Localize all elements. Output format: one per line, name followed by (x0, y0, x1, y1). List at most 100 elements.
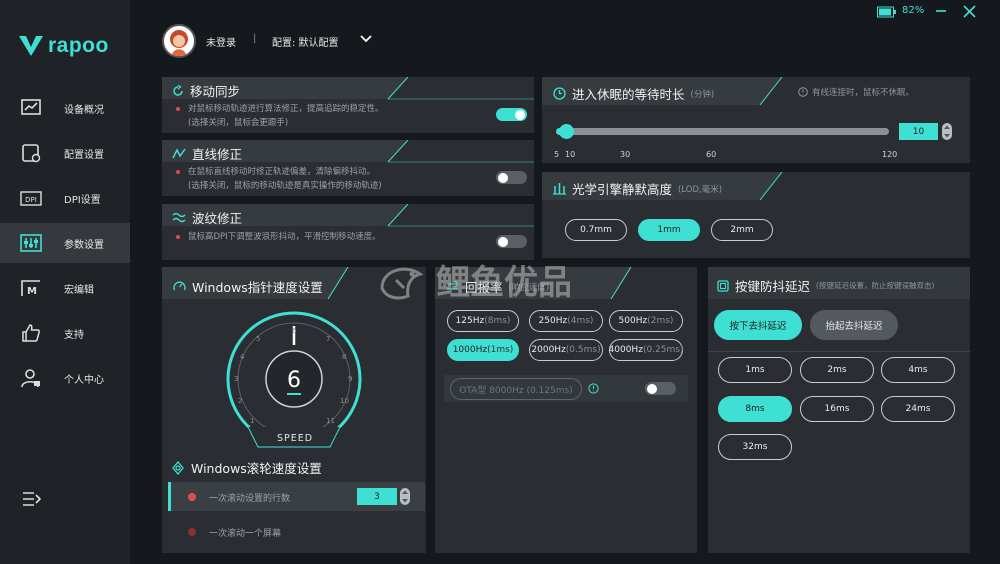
sleep-tick: 120 (882, 150, 898, 159)
tab-press-debounce[interactable]: 按下去抖延迟 (714, 310, 802, 340)
dial-number: 3 (234, 375, 238, 383)
scroll-lines-stepper[interactable] (400, 488, 410, 505)
dial-number: 4 (240, 353, 245, 361)
debounce-option-2ms[interactable]: 2ms (800, 357, 874, 383)
sidebar-item-label: 宏编辑 (64, 284, 94, 296)
gauge-icon (173, 281, 186, 291)
debounce-option-24ms[interactable]: 24ms (881, 396, 955, 422)
bullet (176, 170, 180, 174)
move-sync-panel: 移动同步 对鼠标移动轨迹进行算法修正，提高追踪的稳定性。 (选择关闭，鼠标会更跟手… (162, 77, 534, 133)
sleep-hint: 有线连接时，鼠标不休眠。 (798, 86, 914, 98)
bullet (176, 107, 180, 111)
report-rate-panel: 回报率 (响应速度) 125Hz (8ms) 250Hz (4ms) 500Hz (2m… (435, 267, 697, 553)
ota-row: OTA型 8000Hz (0.125ms) (444, 375, 688, 402)
user-icon (21, 369, 40, 388)
line-fix-desc-line2: (选择关闭，鼠标的移动轨迹是真实操作的移动轨迹) (188, 181, 382, 191)
move-sync-toggle[interactable] (496, 108, 527, 121)
sidebar-item-support[interactable]: 支持 (0, 313, 130, 353)
stepper-arrows-icon (402, 490, 408, 503)
sleep-slider-handle[interactable] (559, 124, 574, 139)
dial-number: 2 (238, 397, 242, 405)
rate-1000[interactable]: 1000Hz (1ms) (447, 339, 519, 361)
pointer-title: Windows指针速度设置 (173, 277, 323, 296)
sidebar-item-config[interactable]: 配置设置 (0, 133, 130, 173)
rate-main: 1000Hz (452, 345, 488, 355)
debounce-option-4ms[interactable]: 4ms (881, 357, 955, 383)
ripple-fix-title-text: 波纹修正 (192, 211, 243, 226)
chevron-down-icon[interactable] (360, 35, 372, 43)
debounce-subtitle: (按键延迟设置，防止按键误触双击) (816, 281, 935, 290)
config-selector[interactable]: 配置: 默认配置 (272, 34, 339, 49)
move-sync-desc-line1: 对鼠标移动轨迹进行算法修正，提高追踪的稳定性。 (188, 104, 384, 114)
pointer-title-text: Windows指针速度设置 (192, 280, 323, 295)
ota-toggle[interactable] (645, 382, 676, 395)
rate-2000[interactable]: 2000Hz (0.5ms) (529, 339, 603, 361)
dial-value: 6 (287, 368, 301, 393)
rate-125[interactable]: 125Hz (8ms) (447, 310, 519, 332)
report-title-text: 回报率 (465, 280, 503, 295)
login-status[interactable]: 未登录 (206, 34, 236, 49)
scroll-title-text: Windows滚轮速度设置 (191, 461, 322, 476)
lod-option-07[interactable]: 0.7mm (565, 219, 627, 241)
rate-250[interactable]: 250Hz (4ms) (529, 310, 603, 332)
debounce-option-16ms[interactable]: 16ms (800, 396, 874, 422)
minimize-icon[interactable] (935, 5, 947, 17)
collapse-menu-icon[interactable] (22, 490, 42, 508)
rate-4000[interactable]: 4000Hz (0.25ms) (609, 339, 683, 361)
keyboard-icon (717, 279, 729, 292)
clock-icon (553, 87, 566, 100)
toggle-knob (498, 172, 508, 183)
info-icon[interactable] (588, 383, 599, 394)
scroll-option-lines[interactable]: 一次滚动设置的行数 3 (168, 482, 425, 511)
debounce-option-8ms[interactable]: 8ms (718, 396, 792, 422)
dial-number: 10 (340, 397, 349, 405)
rate-sub: (0.25ms) (642, 345, 684, 355)
avatar[interactable] (162, 24, 196, 58)
brand-text: rapoo (48, 34, 109, 57)
scroll-lines-field[interactable]: 3 (357, 488, 397, 505)
rate-main: 125Hz (455, 316, 485, 326)
ripple-fix-toggle[interactable] (496, 235, 527, 248)
wave-icon (172, 212, 186, 222)
speed-label: SPEED (277, 433, 314, 444)
debounce-title-text: 按键防抖延迟 (735, 279, 811, 294)
sleep-slider-track[interactable] (560, 128, 889, 135)
stepper-arrows-icon (944, 125, 950, 138)
tab-release-debounce[interactable]: 抬起去抖延迟 (810, 310, 898, 340)
macro-icon: M (21, 280, 40, 297)
debounce-option-1ms[interactable]: 1ms (718, 357, 792, 383)
sidebar-item-params[interactable]: 参数设置 (0, 223, 130, 263)
sidebar-item-dpi[interactable]: DPI DPI设置 (0, 178, 130, 218)
move-sync-desc-line2: (选择关闭，鼠标会更跟手) (188, 118, 289, 128)
dial-number: 5 (256, 335, 260, 343)
rate-main: 250Hz (538, 316, 568, 326)
debounce-option-32ms[interactable]: 32ms (718, 434, 792, 460)
line-fix-toggle[interactable] (496, 171, 527, 184)
move-sync-title-text: 移动同步 (190, 84, 241, 99)
lod-option-1[interactable]: 1mm (638, 219, 700, 241)
sidebar-item-macro[interactable]: M 宏编辑 (0, 268, 130, 308)
debounce-panel: 按键防抖延迟 (按键延迟设置，防止按键误触双击) 按下去抖延迟 抬起去抖延迟 1m… (708, 267, 970, 553)
ripple-fix-panel: 波纹修正 鼠标高DPI下调整波浪形抖动，平滑控制移动速度。 (162, 204, 534, 260)
sleep-tick: 60 (706, 150, 717, 159)
bullet (176, 235, 180, 239)
line-fix-desc-line1: 在鼠标直线移动时修正轨迹偏差，清除偏移抖动。 (188, 167, 376, 177)
sidebar-item-overview[interactable]: 设备概况 (0, 88, 130, 128)
close-icon[interactable] (963, 5, 976, 18)
battery-percent: 82% (902, 5, 925, 16)
lod-option-2[interactable]: 2mm (711, 219, 773, 241)
sleep-value-field[interactable]: 10 (899, 123, 938, 140)
ota-8000-option[interactable]: OTA型 8000Hz (0.125ms) (450, 378, 582, 400)
sleep-stepper[interactable] (942, 123, 952, 140)
move-sync-title: 移动同步 (172, 81, 240, 100)
sleep-tick: 10 (565, 150, 576, 159)
sleep-tick: 5 (554, 150, 560, 159)
sidebar-item-profile[interactable]: 个人中心 (0, 358, 130, 398)
radio-selected[interactable] (188, 493, 196, 501)
rate-500[interactable]: 500Hz (2ms) (609, 310, 683, 332)
radio-unselected[interactable] (188, 528, 196, 536)
rate-main: 2000Hz (531, 345, 566, 355)
avatar-icon (170, 30, 188, 56)
report-title: 回报率 (响应速度) (446, 277, 549, 296)
scroll-option-screen-label[interactable]: 一次滚动一个屏幕 (209, 526, 281, 539)
